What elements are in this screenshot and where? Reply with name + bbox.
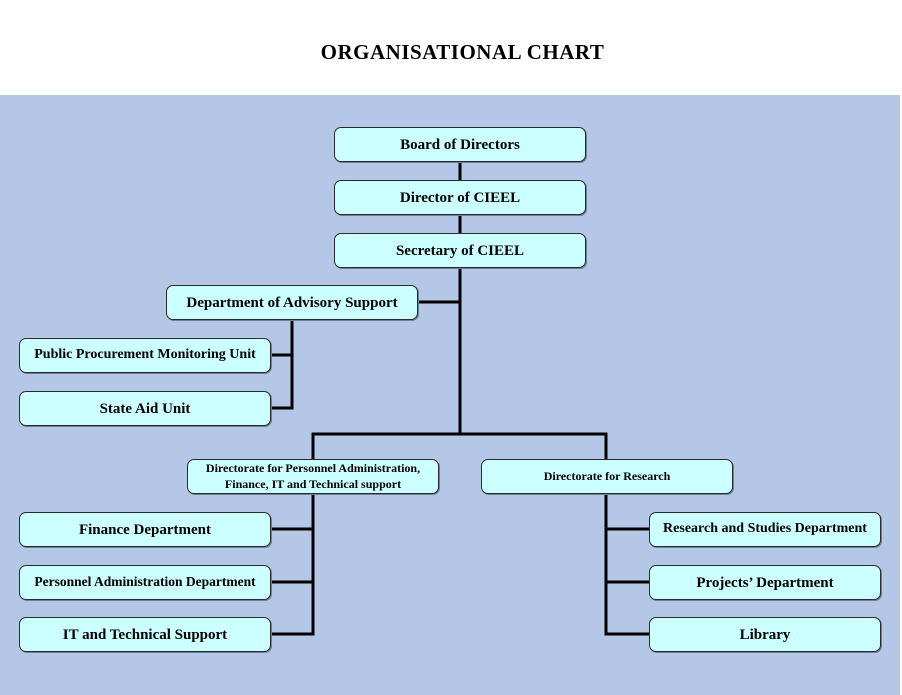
node-it-technical-support: IT and Technical Support — [19, 617, 271, 652]
node-directorate-research: Directorate for Research — [481, 459, 733, 494]
node-finance-department: Finance Department — [19, 512, 271, 547]
node-library: Library — [649, 617, 881, 652]
node-projects-department: Projects’ Department — [649, 565, 881, 600]
node-director: Director of CIEEL — [334, 180, 586, 215]
node-board-of-directors: Board of Directors — [334, 127, 586, 162]
node-procurement-unit: Public Procurement Monitoring Unit — [19, 338, 271, 373]
node-secretary: Secretary of CIEEL — [334, 233, 586, 268]
node-research-studies: Research and Studies Department — [649, 512, 881, 547]
node-directorate-personnel: Directorate for Personnel Administration… — [187, 459, 439, 494]
node-advisory-support: Department of Advisory Support — [166, 285, 418, 320]
node-personnel-administration: Personnel Administration Department — [19, 565, 271, 600]
node-state-aid-unit: State Aid Unit — [19, 391, 271, 426]
